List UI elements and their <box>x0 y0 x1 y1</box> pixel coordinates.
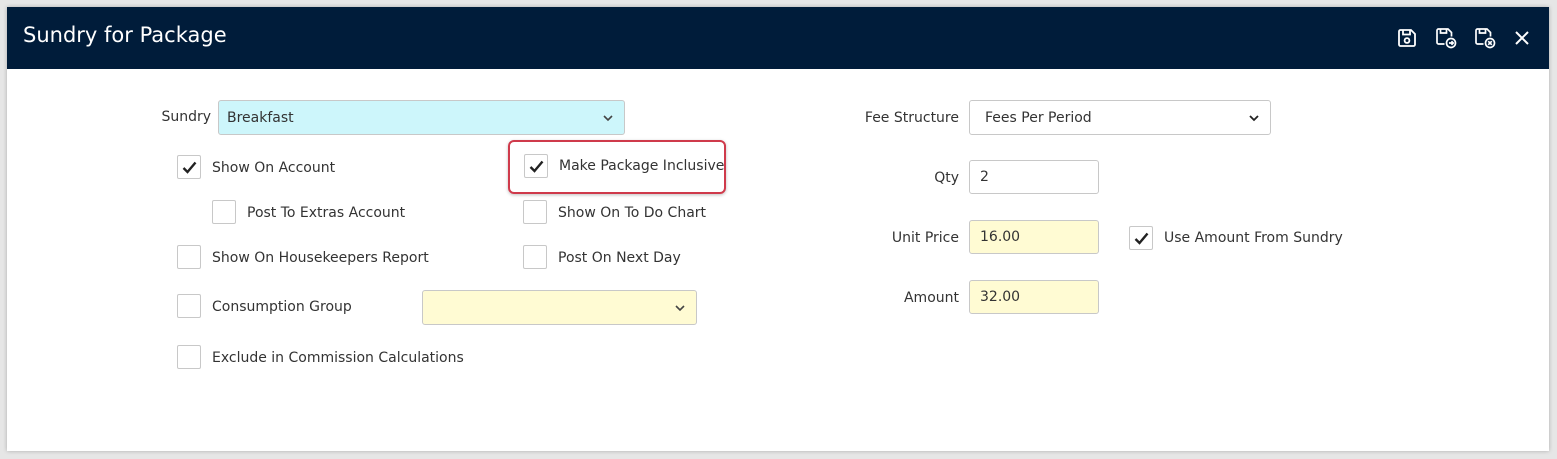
amount-label: Amount <box>903 290 959 306</box>
exclude-commission-label: Exclude in Commission Calculations <box>212 350 464 366</box>
checkmark-icon <box>529 160 544 173</box>
show-on-account-checkbox[interactable] <box>177 155 201 179</box>
unit-price-input[interactable]: 16.00 <box>969 220 1099 254</box>
fee-structure-label: Fee Structure <box>864 110 959 126</box>
sundry-dialog: Sundry for Package Sundry Breakfast Show… <box>7 7 1549 451</box>
use-amount-from-sundry-label: Use Amount From Sundry <box>1164 230 1343 246</box>
close-icon <box>1515 31 1529 45</box>
make-package-inclusive-checkbox[interactable] <box>524 154 548 178</box>
use-amount-from-sundry-checkbox[interactable] <box>1129 226 1153 250</box>
save-and-copy-icon <box>1436 28 1457 49</box>
post-to-extras-account-label: Post To Extras Account <box>247 205 406 221</box>
sundry-select[interactable]: Breakfast <box>218 100 625 135</box>
fee-structure-value: Fees Per Period <box>985 110 1092 126</box>
amount-input[interactable]: 32.00 <box>969 280 1099 314</box>
consumption-group-checkbox[interactable] <box>177 294 201 318</box>
unit-price-label: Unit Price <box>891 230 959 246</box>
consumption-group-select[interactable] <box>422 290 697 325</box>
make-package-inclusive-label: Make Package Inclusive <box>559 158 725 174</box>
fee-structure-select[interactable]: Fees Per Period <box>969 100 1271 135</box>
save-icon <box>1398 29 1416 47</box>
show-on-account-label: Show On Account <box>212 160 336 176</box>
save-and-copy-button[interactable] <box>1434 26 1458 50</box>
chevron-down-icon <box>1248 113 1260 123</box>
show-on-housekeepers-report-label: Show On Housekeepers Report <box>212 250 429 266</box>
dialog-title: Sundry for Package <box>23 23 227 47</box>
sundry-value: Breakfast <box>227 110 294 126</box>
checkmark-icon <box>1134 232 1149 245</box>
consumption-group-label: Consumption Group <box>212 299 352 315</box>
post-to-extras-account-checkbox[interactable] <box>212 200 236 224</box>
chevron-down-icon <box>602 113 614 123</box>
save-and-close-icon <box>1475 28 1496 49</box>
qty-input[interactable]: 2 <box>969 160 1099 194</box>
show-on-to-do-chart-checkbox[interactable] <box>523 200 547 224</box>
show-on-to-do-chart-label: Show On To Do Chart <box>558 205 707 221</box>
checkmark-icon <box>182 161 197 174</box>
qty-label: Qty <box>934 170 959 186</box>
close-button[interactable] <box>1510 26 1534 50</box>
save-and-close-button[interactable] <box>1473 26 1497 50</box>
post-on-next-day-checkbox[interactable] <box>523 245 547 269</box>
save-button[interactable] <box>1395 26 1419 50</box>
post-on-next-day-label: Post On Next Day <box>558 250 681 266</box>
exclude-commission-checkbox[interactable] <box>177 345 201 369</box>
sundry-label: Sundry <box>161 109 211 125</box>
show-on-housekeepers-report-checkbox[interactable] <box>177 245 201 269</box>
title-bar: Sundry for Package <box>7 7 1549 69</box>
chevron-down-icon <box>674 303 686 313</box>
